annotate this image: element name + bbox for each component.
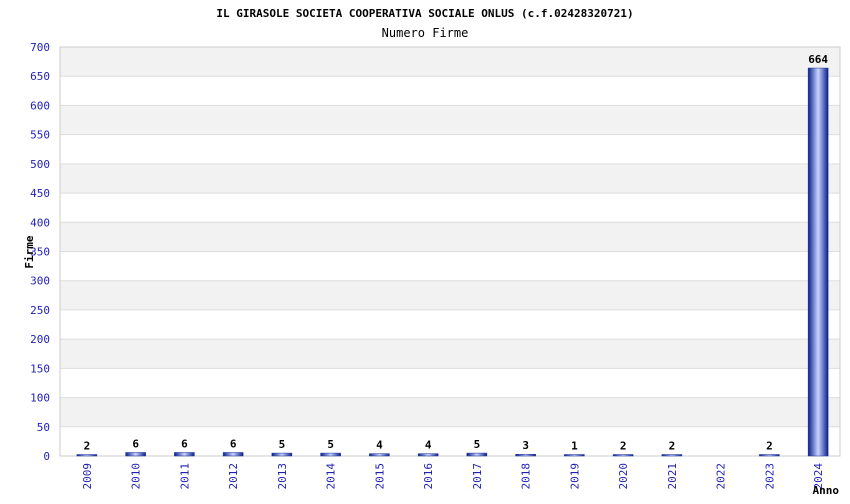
- value-label-2018: 3: [522, 439, 529, 452]
- y-tick-label: 100: [30, 392, 50, 405]
- value-label-2011: 6: [181, 437, 188, 450]
- value-label-2014: 5: [327, 438, 334, 451]
- y-tick-label: 450: [30, 187, 50, 200]
- bar-chart-svg: 2 6 6 6 5 5 4 4 5 3 1 2 2 2664 0501001502002503003504…: [23, 7, 841, 497]
- value-label-2010: 6: [132, 437, 139, 450]
- bar-2024: [807, 67, 829, 457]
- value-label-2015: 4: [376, 439, 383, 452]
- bar-2023: [759, 454, 780, 457]
- value-label-2023: 2: [766, 440, 773, 453]
- grid-band: [60, 397, 840, 427]
- bar-2011: [174, 452, 195, 457]
- grid-band: [60, 280, 840, 310]
- y-axis-label: Firme: [23, 235, 36, 268]
- x-tick-label-2009: 2009: [81, 463, 94, 490]
- bar-2015: [369, 453, 390, 457]
- bar-2012: [222, 452, 244, 457]
- bar-2010: [125, 452, 146, 457]
- value-label-2020: 2: [620, 440, 627, 453]
- y-tick-label: 650: [30, 70, 50, 83]
- bar-2017: [466, 452, 488, 457]
- bar-2020: [612, 454, 634, 457]
- value-label-2009: 2: [84, 440, 91, 453]
- grid-band: [60, 222, 840, 252]
- bar-2014: [320, 452, 341, 457]
- x-tick-label-2014: 2014: [325, 463, 338, 490]
- bar-2009: [76, 454, 98, 457]
- x-tick-label-2017: 2017: [471, 463, 484, 490]
- x-tick-label-2022: 2022: [715, 463, 728, 490]
- x-tick-label-2020: 2020: [617, 463, 630, 490]
- grid-band: [60, 339, 840, 369]
- y-tick-label: 300: [30, 275, 50, 288]
- y-tick-label: 600: [30, 99, 50, 112]
- bar-2016: [417, 453, 439, 457]
- grid-band: [60, 163, 840, 194]
- x-tick-label-2011: 2011: [178, 463, 191, 490]
- y-tick-label: 400: [30, 216, 50, 229]
- x-tick-label-2023: 2023: [763, 463, 776, 490]
- x-tick-label-2013: 2013: [276, 463, 289, 490]
- x-tick-label-2015: 2015: [373, 463, 386, 490]
- chart: 2 6 6 6 5 5 4 4 5 3 1 2 2 2 664 0 50 100 150 200 250 300 350 4…: [0, 0, 850, 500]
- y-tick-label: 550: [30, 129, 50, 142]
- value-label-2021: 2: [669, 440, 676, 453]
- chart-subtitle: Numero Firme: [382, 26, 469, 40]
- bar-2021: [661, 454, 683, 457]
- value-label-2017: 5: [474, 438, 481, 451]
- y-tick-label: 150: [30, 362, 50, 375]
- bar-2013: [271, 452, 293, 457]
- bar-2019: [564, 454, 585, 457]
- grid-band: [60, 105, 840, 135]
- grid-bands: [60, 47, 840, 427]
- bar-2018: [515, 453, 536, 457]
- value-label-2012: 6: [230, 437, 237, 450]
- y-tick-label: 500: [30, 158, 50, 171]
- value-label-2024: 664: [808, 53, 828, 66]
- value-label-2013: 5: [279, 438, 286, 451]
- x-tick-label-2010: 2010: [130, 463, 143, 490]
- y-tick-label: 250: [30, 304, 50, 317]
- y-tick-label: 50: [37, 421, 50, 434]
- value-label-2019: 1: [571, 440, 578, 453]
- y-tick-label: 700: [30, 41, 50, 54]
- x-tick-label-2016: 2016: [422, 463, 435, 490]
- y-tick-label: 200: [30, 333, 50, 346]
- y-tick-label: 0: [43, 450, 50, 463]
- x-tick-label-2019: 2019: [568, 463, 581, 490]
- x-tick-label-2018: 2018: [520, 463, 533, 490]
- chart-title: IL GIRASOLE SOCIETA COOPERATIVA SOCIALE …: [216, 7, 633, 20]
- x-tick-label-2012: 2012: [227, 463, 240, 490]
- x-axis-ticks: 2009 2010 2011 2012 2013 2014 2015 2016 2017 2018…: [81, 463, 825, 490]
- x-axis-label: Anno: [813, 484, 840, 497]
- x-tick-label-2021: 2021: [666, 463, 679, 490]
- grid-band: [60, 47, 840, 77]
- value-label-2016: 4: [425, 439, 432, 452]
